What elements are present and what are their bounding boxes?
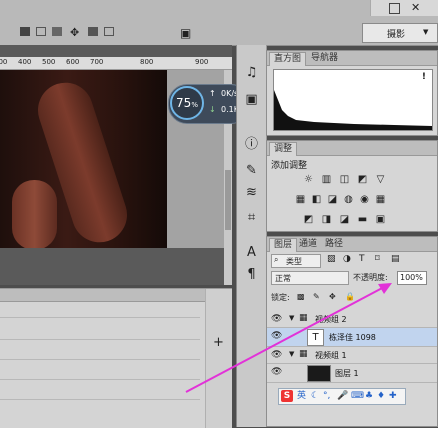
annotation-arrow [185, 283, 392, 393]
